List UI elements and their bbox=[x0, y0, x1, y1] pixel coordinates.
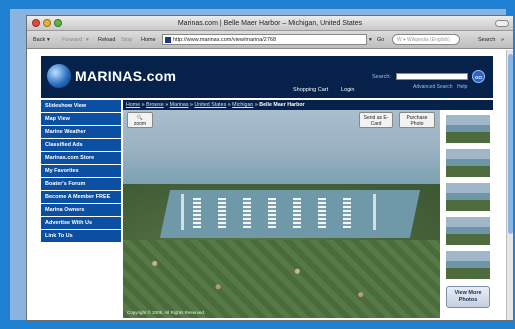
search-button[interactable]: Search bbox=[478, 37, 495, 43]
photo-neighborhood bbox=[123, 240, 440, 318]
home-button[interactable]: Home bbox=[141, 37, 156, 43]
vertical-scrollbar[interactable] bbox=[506, 50, 513, 320]
site-logo[interactable]: MARINAS.com bbox=[75, 68, 176, 84]
breadcrumb-country[interactable]: United States bbox=[194, 102, 226, 108]
title-bar: Marinas.com | Belle Maer Harbor – Michig… bbox=[27, 16, 513, 31]
photo-thumbnail[interactable] bbox=[445, 148, 491, 178]
site-search-label: Search: bbox=[372, 74, 391, 80]
url-history-chevron-icon[interactable]: ▾ bbox=[369, 37, 372, 43]
sidebar-item-slideshow-view[interactable]: Slideshow View bbox=[41, 100, 121, 113]
site-search-go-button[interactable]: GO bbox=[472, 70, 485, 83]
stop-button[interactable]: Stop bbox=[121, 37, 132, 43]
globe-logo-icon[interactable] bbox=[47, 64, 71, 88]
breadcrumb-current: Belle Maer Harbor bbox=[259, 102, 305, 108]
photo-boat-dock bbox=[343, 198, 351, 228]
advanced-search-link[interactable]: Advanced Search bbox=[413, 84, 452, 90]
zoom-button[interactable]: 🔍 zoom bbox=[127, 112, 153, 128]
sidebar-item-advertise[interactable]: Advertise With Us bbox=[41, 217, 121, 230]
back-chevron-icon[interactable]: ▾ bbox=[47, 37, 50, 43]
login-link[interactable]: Login bbox=[341, 87, 354, 93]
address-bar-url: http://www.marinas.com/view/marina/2768 bbox=[173, 37, 277, 43]
help-link[interactable]: Help bbox=[457, 84, 467, 90]
sidebar-item-classified-ads[interactable]: Classified Ads bbox=[41, 139, 121, 152]
browser-window: Marinas.com | Belle Maer Harbor – Michig… bbox=[26, 15, 514, 321]
forward-button[interactable]: Forward bbox=[62, 37, 82, 43]
photo-thumbnail[interactable] bbox=[445, 250, 491, 280]
photo-thumbnail[interactable] bbox=[445, 216, 491, 246]
photo-boat-dock bbox=[243, 198, 251, 228]
send-ecard-button[interactable]: Send as E-Card bbox=[359, 112, 393, 128]
sidebar-item-map-view[interactable]: Map View bbox=[41, 113, 121, 126]
search-field[interactable]: W ▾ Wikipedia (English) bbox=[392, 34, 460, 45]
sidebar-item-become-member[interactable]: Become A Member FREE bbox=[41, 191, 121, 204]
photo-pier bbox=[181, 194, 184, 230]
close-window-button[interactable] bbox=[32, 19, 40, 27]
breadcrumb-separator: » bbox=[165, 102, 169, 108]
photo-thumbnail[interactable] bbox=[445, 114, 491, 144]
main-panel: Home » Browse » Marinas » United States … bbox=[123, 100, 493, 318]
breadcrumb-browse[interactable]: Browse bbox=[146, 102, 164, 108]
address-bar[interactable]: http://www.marinas.com/view/marina/2768 bbox=[162, 34, 367, 45]
site-favicon-icon bbox=[165, 37, 171, 43]
overflow-chevron-icon[interactable]: » bbox=[501, 37, 504, 43]
sidebar-menu: Slideshow View Map View Marine Weather C… bbox=[41, 100, 121, 318]
back-button[interactable]: Back bbox=[33, 37, 45, 43]
purchase-photo-button[interactable]: Purchase Photo bbox=[399, 112, 435, 128]
breadcrumb-separator: » bbox=[141, 102, 145, 108]
view-more-photos-button[interactable]: View More Photos bbox=[446, 286, 490, 308]
photo-boat-dock bbox=[293, 198, 301, 228]
forward-chevron-icon[interactable]: ▾ bbox=[86, 37, 89, 43]
sidebar-item-marina-owners[interactable]: Marina Owners bbox=[41, 204, 121, 217]
window-controls bbox=[32, 19, 62, 27]
sidebar-item-link-to-us[interactable]: Link To Us bbox=[41, 230, 121, 243]
photo-boat-dock bbox=[193, 198, 201, 228]
marina-aerial-photo[interactable]: 🔍 zoom Send as E-Card Purchase Photo Cop… bbox=[123, 110, 440, 318]
breadcrumb-home[interactable]: Home bbox=[126, 102, 140, 108]
page-content: MARINAS.com Shopping Cart Login Search: … bbox=[27, 50, 513, 320]
browser-toolbar: Back ▾ Forward ▾ Reload Stop Home http:/… bbox=[27, 31, 513, 49]
toolbar-toggle-button[interactable] bbox=[495, 20, 509, 27]
photo-boat-dock bbox=[268, 198, 276, 228]
photo-copyright: Copyright © 2008. All Rights Reserved. bbox=[127, 310, 206, 315]
reload-button[interactable]: Reload bbox=[98, 37, 115, 43]
sidebar-item-marine-weather[interactable]: Marine Weather bbox=[41, 126, 121, 139]
breadcrumb-marinas[interactable]: Marinas bbox=[170, 102, 189, 108]
shopping-cart-link[interactable]: Shopping Cart bbox=[293, 87, 328, 93]
sidebar-item-my-favorites[interactable]: My Favorites bbox=[41, 165, 121, 178]
go-button[interactable]: Go bbox=[377, 37, 384, 43]
window-title: Marinas.com | Belle Maer Harbor – Michig… bbox=[177, 20, 363, 27]
zoom-label: zoom bbox=[133, 121, 147, 127]
breadcrumb-separator: » bbox=[254, 102, 258, 108]
breadcrumb-separator: » bbox=[227, 102, 231, 108]
photo-thumbnail[interactable] bbox=[445, 182, 491, 212]
photo-boat-dock bbox=[318, 198, 326, 228]
site-header: MARINAS.com Shopping Cart Login Search: … bbox=[41, 56, 493, 98]
zoom-window-button[interactable] bbox=[54, 19, 62, 27]
photo-boat-dock bbox=[218, 198, 226, 228]
scrollbar-thumb[interactable] bbox=[508, 54, 513, 234]
sidebar-item-boaters-forum[interactable]: Boater's Forum bbox=[41, 178, 121, 191]
minimize-window-button[interactable] bbox=[43, 19, 51, 27]
breadcrumb-state[interactable]: Michigan bbox=[232, 102, 253, 108]
breadcrumb-separator: » bbox=[189, 102, 193, 108]
site-search-input[interactable] bbox=[396, 73, 468, 80]
photo-pier bbox=[373, 194, 376, 230]
sidebar-item-store[interactable]: Marinas.com Store bbox=[41, 152, 121, 165]
search-field-placeholder: W ▾ Wikipedia (English) bbox=[397, 37, 450, 43]
breadcrumb: Home » Browse » Marinas » United States … bbox=[123, 100, 493, 110]
